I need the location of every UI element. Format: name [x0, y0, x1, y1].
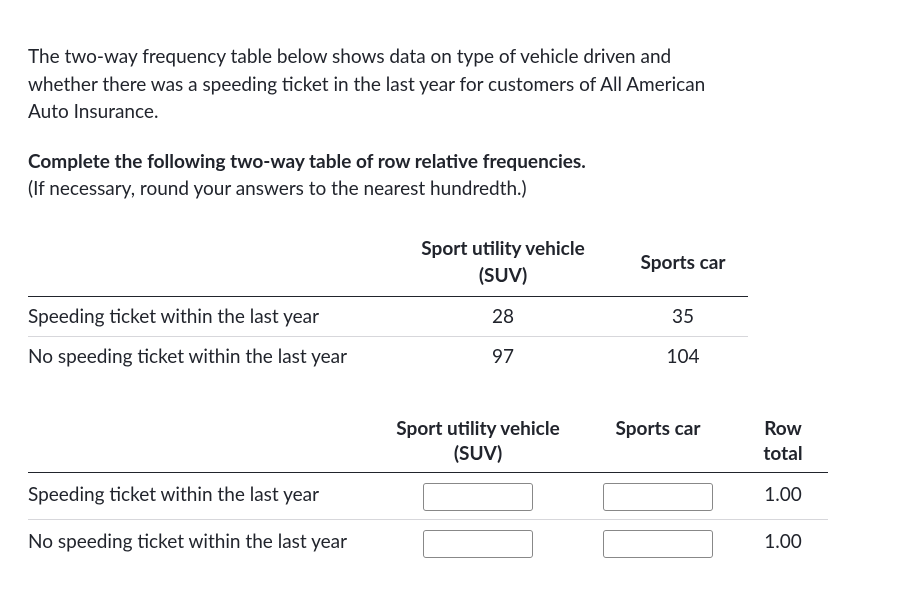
prompt-note: (If necessary, round your answers to the…	[28, 177, 527, 200]
table1-row1-suv: 28	[388, 296, 618, 337]
table2-row2-total: 1.00	[738, 520, 828, 567]
input-row2-suv[interactable]	[423, 530, 533, 558]
table2-col-suv: Sport utility vehicle (SUV)	[378, 411, 578, 473]
table1-blank-header	[28, 229, 388, 297]
prompt-text: Complete the following two-way table of …	[28, 148, 728, 203]
relative-frequency-table: Sport utility vehicle (SUV) Sports car R…	[28, 411, 828, 566]
prompt-bold: Complete the following two-way table of …	[28, 150, 586, 173]
table-row: Speeding ticket within the last year 28 …	[28, 296, 748, 337]
table2-blank-header	[28, 411, 378, 473]
table1-row2-label: No speeding ticket within the last year	[28, 337, 388, 377]
table-row: No speeding ticket within the last year …	[28, 520, 828, 567]
input-row1-sportscar[interactable]	[603, 483, 713, 511]
table-row: No speeding ticket within the last year …	[28, 337, 748, 377]
table2-row1-label: Speeding ticket within the last year	[28, 473, 378, 520]
table2-col-sportscar: Sports car	[578, 411, 738, 473]
table1-col-sportscar: Sports car	[618, 229, 748, 297]
table2-col-rowtotal: Row total	[738, 411, 828, 473]
table1-row2-sportscar: 104	[618, 337, 748, 377]
input-row1-suv[interactable]	[423, 483, 533, 511]
table2-row1-total: 1.00	[738, 473, 828, 520]
table1-col-suv: Sport utility vehicle (SUV)	[388, 229, 618, 297]
frequency-table: Sport utility vehicle (SUV) Sports car S…	[28, 229, 748, 377]
table2-row2-label: No speeding ticket within the last year	[28, 520, 378, 567]
table1-row1-sportscar: 35	[618, 296, 748, 337]
input-row2-sportscar[interactable]	[603, 530, 713, 558]
table1-row1-label: Speeding ticket within the last year	[28, 296, 388, 337]
table-row: Speeding ticket within the last year 1.0…	[28, 473, 828, 520]
table1-row2-suv: 97	[388, 337, 618, 377]
intro-text: The two-way frequency table below shows …	[28, 43, 728, 126]
